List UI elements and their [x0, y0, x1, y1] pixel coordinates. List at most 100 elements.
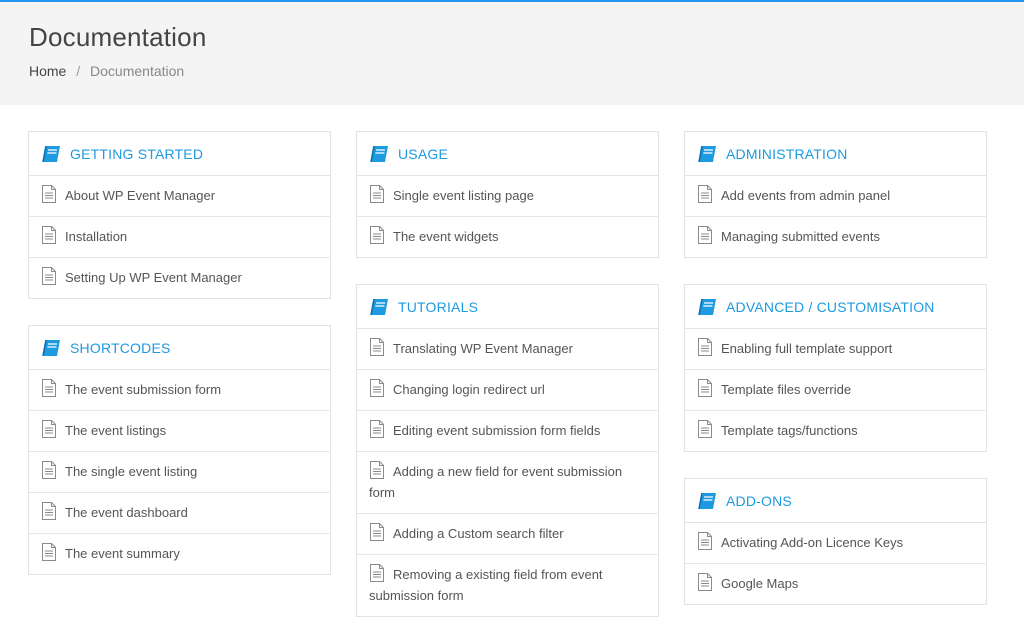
- section-title: GETTING STARTED: [70, 145, 204, 162]
- book-icon: [697, 298, 718, 316]
- document-icon: [41, 461, 57, 479]
- doc-link-enabling-full-template-support[interactable]: Enabling full template support: [685, 329, 986, 370]
- page-title: Documentation: [29, 22, 207, 52]
- document-icon: [369, 564, 385, 582]
- doc-link-label: The event dashboard: [65, 505, 188, 520]
- book-icon: [697, 492, 718, 510]
- doc-link-label: Translating WP Event Manager: [393, 341, 573, 356]
- docs-section-tutorials: TUTORIALS Translating WP Event Manager Cha…: [356, 284, 659, 617]
- document-icon: [41, 420, 57, 438]
- doc-link-google-maps[interactable]: Google Maps: [685, 564, 986, 604]
- doc-link-label: Changing login redirect url: [393, 382, 545, 397]
- doc-link-label: The event submission form: [65, 382, 222, 397]
- doc-link-label: The single event listing: [65, 464, 198, 479]
- book-icon: [697, 145, 718, 163]
- doc-link-label: Installation: [65, 229, 128, 244]
- document-icon: [369, 379, 385, 397]
- docs-section-getting-started: GETTING STARTED About WP Event Manager Ins…: [28, 131, 331, 299]
- doc-link-template-files-override[interactable]: Template files override: [685, 370, 986, 411]
- document-icon: [369, 461, 385, 479]
- book-icon: [41, 339, 62, 357]
- document-icon: [41, 267, 57, 285]
- doc-link-managing-submitted-events[interactable]: Managing submitted events: [685, 217, 986, 257]
- section-header-link[interactable]: TUTORIALS: [357, 285, 658, 329]
- doc-link-the-event-widgets[interactable]: The event widgets: [357, 217, 658, 257]
- document-icon: [697, 420, 713, 438]
- section-header-link[interactable]: ADVANCED / CUSTOMISATION: [685, 285, 986, 329]
- doc-link-changing-login-redirect-url[interactable]: Changing login redirect url: [357, 370, 658, 411]
- doc-link-removing-a-existing-field-from-event-submission-form[interactable]: Removing a existing field from event sub…: [357, 555, 658, 616]
- doc-link-installation[interactable]: Installation: [29, 217, 330, 258]
- doc-link-label: Managing submitted events: [721, 229, 880, 244]
- section-title: ADD-ONS: [726, 492, 792, 509]
- section-title: TUTORIALS: [398, 298, 479, 315]
- doc-link-label: Add events from admin panel: [721, 188, 891, 203]
- doc-link-activating-add-on-licence-keys[interactable]: Activating Add-on Licence Keys: [685, 523, 986, 564]
- section-header-link[interactable]: SHORTCODES: [29, 326, 330, 370]
- breadcrumb-separator: /: [76, 63, 81, 79]
- doc-link-label: The event summary: [65, 546, 180, 561]
- doc-link-setting-up-wp-event-manager[interactable]: Setting Up WP Event Manager: [29, 258, 330, 298]
- section-header-link[interactable]: USAGE: [357, 132, 658, 176]
- section-title: ADVANCED / CUSTOMISATION: [726, 298, 935, 315]
- docs-section-usage: USAGE Single event listing page The event …: [356, 131, 659, 258]
- doc-link-label: Activating Add-on Licence Keys: [721, 535, 904, 550]
- doc-link-the-event-listings[interactable]: The event listings: [29, 411, 330, 452]
- doc-link-label: The event listings: [65, 423, 167, 438]
- section-title: USAGE: [398, 145, 449, 162]
- doc-link-the-event-dashboard[interactable]: The event dashboard: [29, 493, 330, 534]
- docs-section-advanced-customisation: ADVANCED / CUSTOMISATION Enabling full te…: [684, 284, 987, 452]
- document-icon: [41, 226, 57, 244]
- docs-section-administration: ADMINISTRATION Add events from admin pane…: [684, 131, 987, 258]
- book-icon: [369, 145, 390, 163]
- doc-link-label: Removing a existing field from event sub…: [369, 567, 603, 603]
- section-title: ADMINISTRATION: [726, 145, 848, 162]
- document-icon: [369, 420, 385, 438]
- doc-link-about-wp-event-manager[interactable]: About WP Event Manager: [29, 176, 330, 217]
- book-icon: [41, 145, 62, 163]
- section-header-link[interactable]: GETTING STARTED: [29, 132, 330, 176]
- doc-link-the-event-submission-form[interactable]: The event submission form: [29, 370, 330, 411]
- doc-link-label: Single event listing page: [393, 188, 534, 203]
- document-icon: [41, 379, 57, 397]
- section-header-link[interactable]: ADMINISTRATION: [685, 132, 986, 176]
- doc-link-the-event-summary[interactable]: The event summary: [29, 534, 330, 574]
- doc-link-label: Enabling full template support: [721, 341, 893, 356]
- document-icon: [697, 532, 713, 550]
- doc-link-label: Editing event submission form fields: [393, 423, 601, 438]
- doc-link-label: Adding a Custom search filter: [393, 526, 564, 541]
- breadcrumb-home-link[interactable]: Home: [29, 63, 66, 79]
- section-title: SHORTCODES: [70, 339, 171, 356]
- doc-link-adding-a-custom-search-filter[interactable]: Adding a Custom search filter: [357, 514, 658, 555]
- document-icon: [697, 338, 713, 356]
- doc-link-label: Template files override: [721, 382, 852, 397]
- docs-column-1: GETTING STARTED About WP Event Manager Ins…: [28, 131, 331, 601]
- page-header: Documentation Home / Documentation: [0, 2, 1024, 105]
- breadcrumb-current: Documentation: [90, 63, 185, 79]
- book-icon: [369, 298, 390, 316]
- section-header-link[interactable]: ADD-ONS: [685, 479, 986, 523]
- document-icon: [41, 543, 57, 561]
- doc-link-template-tags-functions[interactable]: Template tags/functions: [685, 411, 986, 451]
- breadcrumb: Home / Documentation: [29, 63, 184, 79]
- doc-link-label: Setting Up WP Event Manager: [65, 270, 242, 285]
- doc-link-adding-a-new-field-for-event-submission-form[interactable]: Adding a new field for event submission …: [357, 452, 658, 514]
- doc-link-single-event-listing-page[interactable]: Single event listing page: [357, 176, 658, 217]
- doc-link-label: Adding a new field for event submission …: [369, 464, 623, 500]
- doc-link-label: The event widgets: [393, 229, 499, 244]
- docs-column-3: ADMINISTRATION Add events from admin pane…: [684, 131, 987, 631]
- document-icon: [369, 185, 385, 203]
- doc-link-the-single-event-listing[interactable]: The single event listing: [29, 452, 330, 493]
- document-icon: [369, 226, 385, 244]
- document-icon: [369, 523, 385, 541]
- doc-link-label: Template tags/functions: [721, 423, 858, 438]
- doc-link-translating-wp-event-manager[interactable]: Translating WP Event Manager: [357, 329, 658, 370]
- document-icon: [41, 502, 57, 520]
- doc-link-editing-event-submission-form-fields[interactable]: Editing event submission form fields: [357, 411, 658, 452]
- doc-link-add-events-from-admin-panel[interactable]: Add events from admin panel: [685, 176, 986, 217]
- document-icon: [697, 573, 713, 591]
- doc-link-label: Google Maps: [721, 576, 799, 591]
- document-icon: [369, 338, 385, 356]
- document-icon: [41, 185, 57, 203]
- docs-column-2: USAGE Single event listing page The event …: [356, 131, 659, 643]
